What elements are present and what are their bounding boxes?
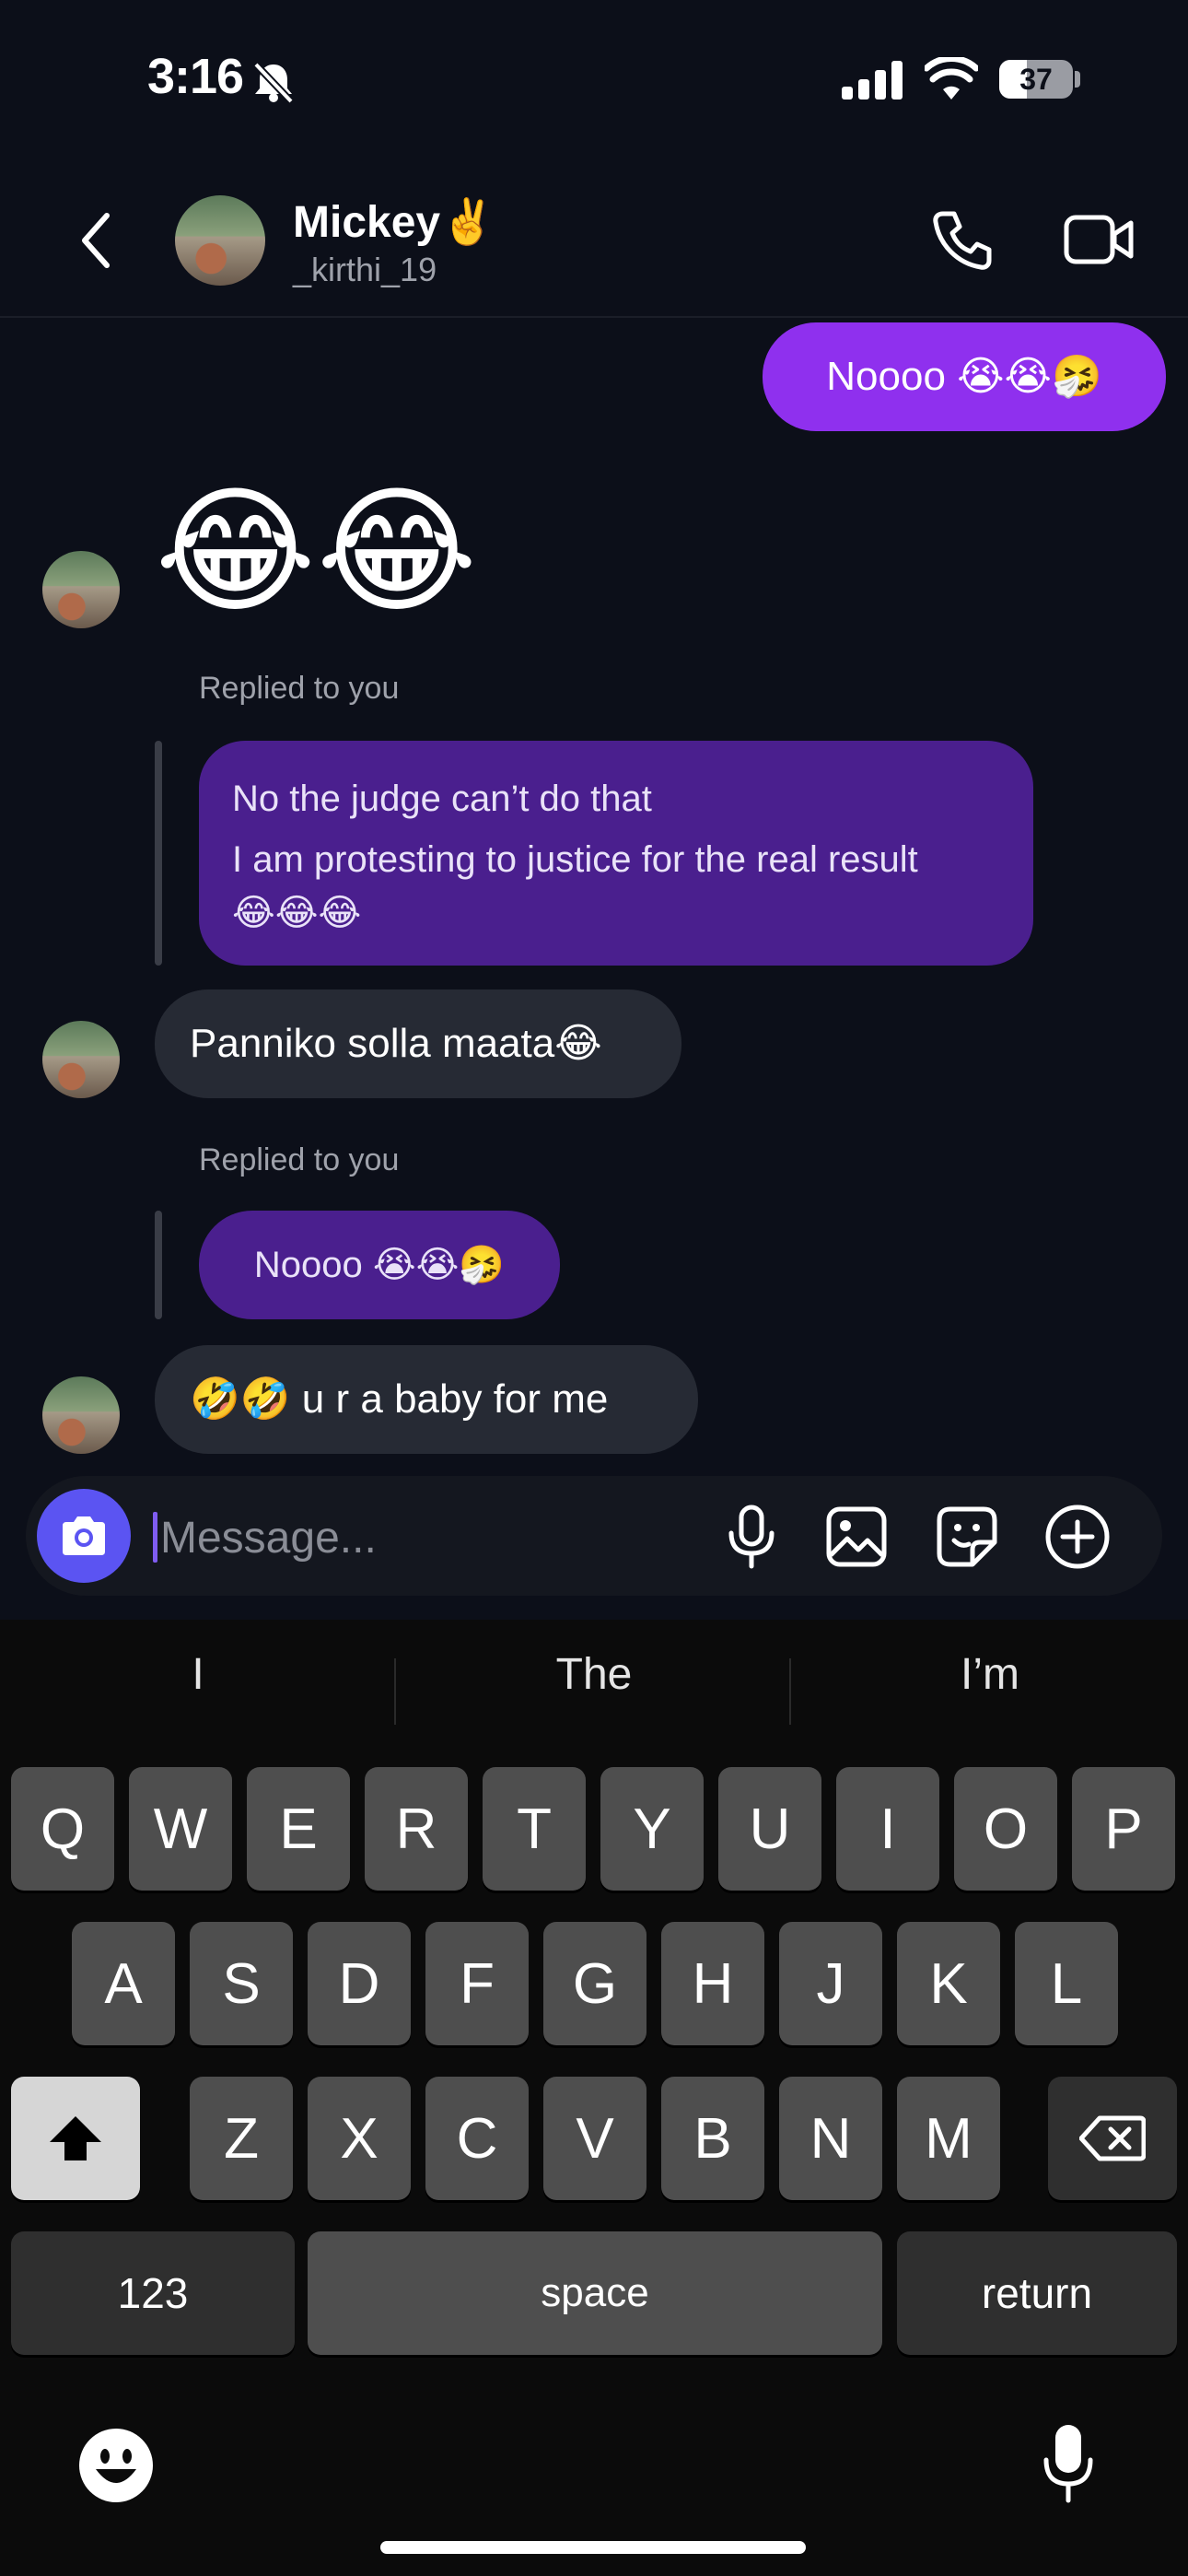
replied-message[interactable]: No the judge can’t do that I am protesti… — [199, 741, 1033, 966]
key-l[interactable]: L — [1015, 1922, 1118, 2045]
key-h[interactable]: H — [661, 1922, 764, 2045]
key-y[interactable]: Y — [600, 1767, 704, 1891]
key-a[interactable]: A — [72, 1922, 175, 2045]
sender-avatar[interactable] — [42, 551, 120, 628]
replied-message[interactable]: Noooo 😭😭🤧 — [199, 1211, 560, 1319]
emoji-message[interactable]: 😂😂 — [155, 468, 478, 634]
key-j[interactable]: J — [779, 1922, 882, 2045]
suggestion-1[interactable]: I — [5, 1649, 391, 1700]
space-key[interactable]: space — [308, 2231, 882, 2355]
key-z[interactable]: Z — [190, 2077, 293, 2200]
key-f[interactable]: F — [425, 1922, 529, 2045]
replied-line-1: No the judge can’t do that — [232, 779, 652, 819]
contact-handle: _kirthi_19 — [293, 251, 437, 288]
suggestion-divider — [789, 1658, 791, 1725]
status-time: 3:16 — [147, 49, 244, 104]
contact-avatar[interactable] — [175, 195, 265, 286]
delete-icon — [1079, 2115, 1146, 2161]
key-v[interactable]: V — [543, 2077, 646, 2200]
suggestion-divider — [394, 1658, 396, 1725]
camera-icon — [63, 1516, 105, 1555]
back-icon[interactable] — [77, 210, 114, 271]
reply-bar — [155, 1211, 162, 1319]
video-icon[interactable] — [1063, 210, 1136, 269]
replied-line-3: 😂😂😂 — [232, 893, 362, 933]
incoming-message[interactable]: Panniko solla maata😂 — [155, 989, 681, 1098]
emoji-icon[interactable] — [77, 2427, 155, 2504]
suggestion-2[interactable]: The — [401, 1649, 787, 1700]
key-k[interactable]: K — [897, 1922, 1000, 2045]
key-u[interactable]: U — [718, 1767, 821, 1891]
key-r[interactable]: R — [365, 1767, 468, 1891]
key-g[interactable]: G — [543, 1922, 646, 2045]
key-b[interactable]: B — [661, 2077, 764, 2200]
shift-key[interactable] — [11, 2077, 140, 2200]
key-o[interactable]: O — [954, 1767, 1057, 1891]
bell-slash-icon — [253, 62, 294, 103]
key-e[interactable]: E — [247, 1767, 350, 1891]
reply-label: Replied to you — [199, 1142, 400, 1177]
plus-icon[interactable] — [1044, 1504, 1111, 1570]
battery-tip — [1075, 71, 1080, 88]
reply-label: Replied to you — [199, 671, 400, 706]
mic-icon[interactable] — [724, 1504, 779, 1570]
incoming-message[interactable]: 🤣🤣 u r a baby for me — [155, 1345, 698, 1454]
key-p[interactable]: P — [1072, 1767, 1175, 1891]
key-d[interactable]: D — [308, 1922, 411, 2045]
key-m[interactable]: M — [897, 2077, 1000, 2200]
replied-line-2: I am protesting to justice for the real … — [232, 839, 918, 880]
delete-key[interactable] — [1048, 2077, 1177, 2200]
key-t[interactable]: T — [483, 1767, 586, 1891]
contact-name[interactable]: Mickey✌️ — [293, 195, 495, 248]
numbers-key[interactable]: 123 — [11, 2231, 295, 2355]
suggestion-3[interactable]: I’m — [797, 1649, 1183, 1700]
reply-bar — [155, 741, 162, 966]
shift-icon — [50, 2116, 101, 2160]
sticker-icon[interactable] — [936, 1505, 998, 1568]
key-n[interactable]: N — [779, 2077, 882, 2200]
text-caret — [153, 1512, 157, 1563]
dictation-icon[interactable] — [1041, 2423, 1096, 2504]
key-w[interactable]: W — [129, 1767, 232, 1891]
signal-icon — [842, 61, 903, 100]
outgoing-message[interactable]: Noooo 😭😭🤧 — [763, 322, 1166, 431]
camera-button[interactable] — [37, 1489, 131, 1583]
contact-name-text: Mickey — [293, 198, 441, 247]
key-q[interactable]: Q — [11, 1767, 114, 1891]
wifi-icon — [925, 57, 978, 100]
return-key[interactable]: return — [897, 2231, 1177, 2355]
key-s[interactable]: S — [190, 1922, 293, 2045]
contact-name-emoji: ✌️ — [440, 198, 495, 247]
sender-avatar[interactable] — [42, 1021, 120, 1098]
key-c[interactable]: C — [425, 2077, 529, 2200]
phone-icon[interactable] — [930, 208, 995, 273]
battery-indicator: 37 — [999, 60, 1073, 99]
sender-avatar[interactable] — [42, 1376, 120, 1454]
header-divider — [0, 316, 1188, 318]
home-indicator — [380, 2541, 806, 2554]
battery-level: 37 — [1019, 63, 1053, 96]
key-x[interactable]: X — [308, 2077, 411, 2200]
image-icon[interactable] — [825, 1505, 888, 1568]
key-i[interactable]: I — [836, 1767, 939, 1891]
message-input[interactable] — [158, 1505, 678, 1571]
